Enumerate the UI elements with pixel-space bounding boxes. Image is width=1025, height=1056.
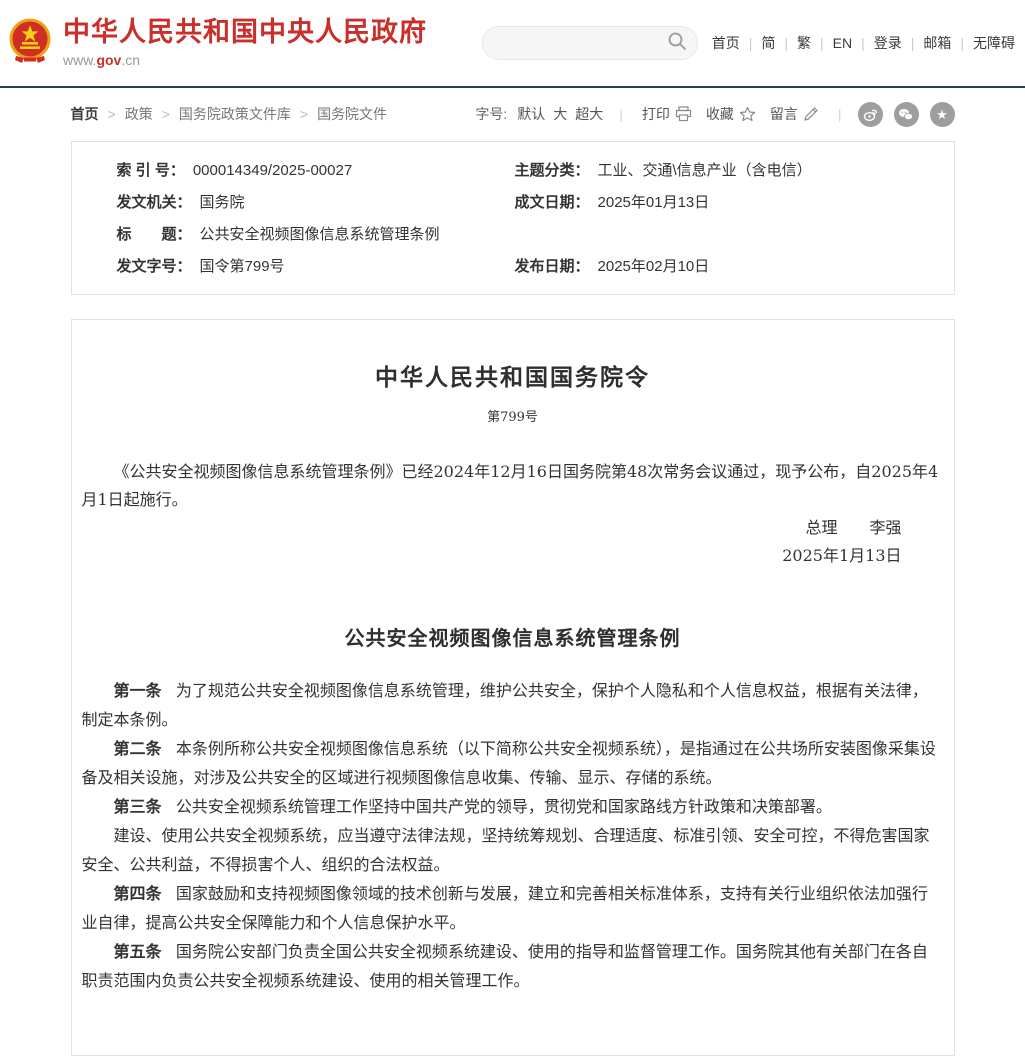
- breadcrumb-link[interactable]: 政策: [99, 104, 153, 124]
- regulation-title: 公共安全视频图像信息系统管理条例: [82, 622, 944, 651]
- font-size-label: 字号:: [475, 104, 507, 124]
- meta-label: 主题分类：: [515, 160, 590, 182]
- share-buttons: ★: [858, 102, 955, 127]
- top-nav-link[interactable]: 简: [740, 33, 776, 53]
- article-paragraph: 第四条国家鼓励和支持视频图像领域的技术创新与发展，建立和完善相关标准体系，支持有…: [82, 879, 944, 937]
- comment-label: 留言: [770, 104, 798, 124]
- breadcrumb: 首页政策国务院政策文件库国务院文件: [71, 104, 388, 124]
- meta-value: 国令第799号: [200, 256, 285, 278]
- decree-title: 中华人民共和国国务院令: [82, 358, 944, 392]
- search-icon[interactable]: [667, 31, 687, 56]
- top-nav-link[interactable]: 无障碍: [951, 33, 1015, 53]
- breadcrumb-link[interactable]: 首页: [71, 104, 99, 124]
- weibo-icon[interactable]: [858, 102, 883, 127]
- top-nav-link[interactable]: EN: [811, 35, 852, 51]
- font-size-default[interactable]: 默认: [517, 104, 545, 124]
- article-text: 建设、使用公共安全视频系统，应当遵守法律法规，坚持统筹规划、合理适度、标准引领、…: [82, 826, 930, 874]
- meta-row: 发文字号： 国令第799号 发布日期： 2025年02月10日: [72, 251, 954, 283]
- search-input[interactable]: [497, 34, 667, 52]
- article-text: 国家鼓励和支持视频图像领域的技术创新与发展，建立和完善相关标准体系，支持有关行业…: [82, 884, 928, 932]
- wechat-icon[interactable]: [894, 102, 919, 127]
- toolbar-divider: |: [619, 106, 623, 122]
- meta-row: 发文机关： 国务院 成文日期： 2025年01月13日: [72, 187, 954, 219]
- articles-section: 第一条为了规范公共安全视频图像信息系统管理，维护公共安全，保护个人隐私和个人信息…: [82, 676, 944, 995]
- breadcrumb-link[interactable]: 国务院文件: [291, 104, 387, 124]
- article-number: 第三条: [114, 797, 162, 816]
- top-nav-link[interactable]: 繁: [775, 33, 811, 53]
- decree-number: 第799号: [82, 406, 944, 425]
- meta-value: 2025年01月13日: [598, 192, 710, 214]
- article-text: 本条例所称公共安全视频图像信息系统（以下简称公共安全视频系统），是指通过在公共场…: [82, 739, 936, 787]
- meta-label: 发文机关：: [117, 192, 192, 214]
- toolbar-divider: |: [838, 106, 842, 122]
- meta-value: 000014349/2025-00027: [193, 160, 352, 182]
- article-number: 第二条: [114, 739, 162, 758]
- meta-value: 公共安全视频图像信息系统管理条例: [200, 224, 440, 246]
- meta-label: 索 引 号：: [117, 160, 185, 182]
- signer-line: 总理 李强: [82, 514, 944, 542]
- print-button[interactable]: 打印: [642, 104, 692, 124]
- meta-label: 发文字号：: [117, 256, 192, 278]
- meta-value: 2025年02月10日: [598, 256, 710, 278]
- favorite-button[interactable]: 收藏: [706, 104, 756, 124]
- article-paragraph: 第五条国务院公安部门负责全国公共安全视频系统建设、使用的指导和监督管理工作。国务…: [82, 937, 944, 995]
- meta-value: 国务院: [200, 192, 245, 214]
- top-nav-link[interactable]: 首页: [712, 33, 740, 53]
- meta-label: 标 题：: [117, 224, 192, 246]
- meta-row: 标 题： 公共安全视频图像信息系统管理条例: [72, 219, 954, 251]
- article-text: 为了规范公共安全视频图像信息系统管理，维护公共安全，保护个人隐私和个人信息权益，…: [82, 681, 928, 729]
- printer-icon: [675, 106, 692, 122]
- search-box[interactable]: [482, 26, 698, 60]
- font-size-large[interactable]: 大: [553, 104, 567, 124]
- article-number: 第四条: [114, 884, 162, 903]
- meta-label: 发布日期：: [515, 256, 590, 278]
- article-paragraph: 第二条本条例所称公共安全视频图像信息系统（以下简称公共安全视频系统），是指通过在…: [82, 734, 944, 792]
- site-url: www.gov.cn: [63, 52, 427, 68]
- meta-value: 工业、交通\信息产业（含电信）: [598, 160, 812, 182]
- document-meta-table: 索 引 号： 000014349/2025-00027 主题分类： 工业、交通\…: [71, 141, 955, 295]
- article-paragraph: 建设、使用公共安全视频系统，应当遵守法律法规，坚持统筹规划、合理适度、标准引领、…: [82, 821, 944, 879]
- article-text: 国务院公安部门负责全国公共安全视频系统建设、使用的指导和监督管理工作。国务院其他…: [82, 942, 928, 990]
- article-toolbar: 字号: 默认 大 超大 | 打印 收藏: [475, 102, 954, 127]
- article-paragraph: 第一条为了规范公共安全视频图像信息系统管理，维护公共安全，保护个人隐私和个人信息…: [82, 676, 944, 734]
- star-icon: [739, 106, 756, 122]
- article-paragraph: 第三条公共安全视频系统管理工作坚持中国共产党的领导，贯彻党和国家路线方针政策和决…: [82, 792, 944, 821]
- article-number: 第一条: [114, 681, 162, 700]
- meta-row: 索 引 号： 000014349/2025-00027 主题分类： 工业、交通\…: [72, 155, 954, 187]
- national-emblem-icon: [8, 18, 52, 69]
- top-nav: 首页简繁EN登录邮箱无障碍: [712, 33, 1015, 53]
- announcement-paragraph: 《公共安全视频图像信息系统管理条例》已经2024年12月16日国务院第48次常务…: [82, 458, 944, 514]
- site-header: 中华人民共和国中央人民政府 www.gov.cn 首页简繁EN登录邮箱无障碍: [0, 0, 1025, 88]
- pencil-icon: [803, 106, 819, 122]
- sign-date-line: 2025年1月13日: [82, 542, 944, 570]
- article-text: 公共安全视频系统管理工作坚持中国共产党的领导，贯彻党和国家路线方针政策和决策部署…: [176, 797, 832, 816]
- comment-button[interactable]: 留言: [770, 104, 819, 124]
- top-nav-link[interactable]: 邮箱: [902, 33, 952, 53]
- print-label: 打印: [642, 104, 670, 124]
- font-size-xlarge[interactable]: 超大: [575, 104, 603, 124]
- meta-label: 成文日期：: [515, 192, 590, 214]
- favorite-share-icon[interactable]: ★: [930, 102, 955, 127]
- top-nav-link[interactable]: 登录: [852, 33, 902, 53]
- breadcrumb-link[interactable]: 国务院政策文件库: [153, 104, 291, 124]
- article-number: 第五条: [114, 942, 162, 961]
- site-brand[interactable]: 中华人民共和国中央人民政府 www.gov.cn: [8, 18, 427, 69]
- site-title: 中华人民共和国中央人民政府: [63, 18, 427, 48]
- favorite-label: 收藏: [706, 104, 734, 124]
- document-content: 中华人民共和国国务院令 第799号 《公共安全视频图像信息系统管理条例》已经20…: [71, 319, 955, 1056]
